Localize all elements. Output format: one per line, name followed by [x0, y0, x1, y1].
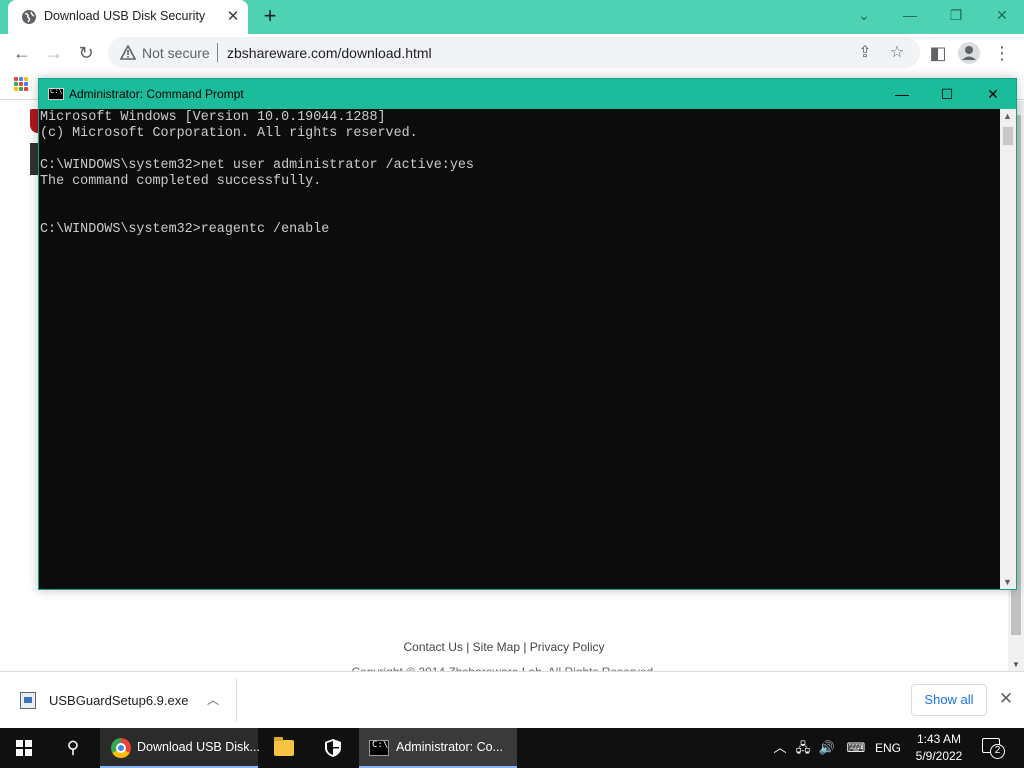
profile-avatar-icon[interactable]	[957, 41, 981, 65]
volume-icon[interactable]: 🔊	[816, 728, 838, 768]
taskbar-cmd-label: Administrator: Co...	[396, 740, 503, 754]
bookmark-star-icon[interactable]: ☆	[886, 42, 908, 64]
browser-tab-strip: Download USB Disk Security ✕ + ⌄ — ❐ ✕	[0, 0, 1024, 34]
share-icon[interactable]: ⇪	[854, 42, 876, 64]
downloads-divider	[236, 678, 237, 722]
downloads-bar: USBGuardSetup6.9.exe ︿ Show all ✕	[0, 671, 1024, 728]
notification-count: 2	[990, 744, 1005, 759]
cmd-titlebar[interactable]: C:\ Administrator: Command Prompt — ☐ ✕	[39, 79, 1016, 109]
installer-file-icon	[20, 692, 36, 709]
close-window-icon[interactable]: ✕	[990, 4, 1014, 26]
restore-icon[interactable]: ❐	[944, 4, 968, 26]
cmd-app-icon: C:\	[48, 87, 64, 100]
cmd-window-title: Administrator: Command Prompt	[69, 87, 244, 101]
clock[interactable]: 1:43 AM 5/9/2022	[908, 731, 970, 765]
download-options-chevron-icon[interactable]: ︿	[204, 690, 222, 710]
chrome-icon	[111, 738, 131, 758]
command-prompt-window[interactable]: C:\ Administrator: Command Prompt — ☐ ✕ …	[38, 78, 1017, 590]
clock-date: 5/9/2022	[915, 749, 963, 763]
touch-keyboard-icon[interactable]: ⌨	[842, 728, 870, 768]
url-text[interactable]: zbshareware.com/download.html	[227, 45, 432, 61]
menu-kebab-icon[interactable]: ⋮	[990, 41, 1014, 65]
taskbar-file-explorer-button[interactable]	[262, 728, 306, 768]
network-icon[interactable]: 🖧	[792, 728, 814, 768]
show-hidden-icons-chevron-icon[interactable]: ︿	[770, 728, 790, 768]
taskbar: ⚲ Download USB Disk... C:\ Administrator…	[0, 728, 1024, 768]
forward-arrow-icon[interactable]: →	[42, 41, 66, 65]
cmd-maximize-icon[interactable]: ☐	[932, 82, 962, 106]
taskbar-cmd-button[interactable]: C:\ Administrator: Co...	[359, 728, 517, 768]
scroll-down-arrow-icon[interactable]: ▼	[1012, 660, 1020, 669]
start-button[interactable]	[0, 728, 48, 768]
taskbar-chrome-button[interactable]: Download USB Disk...	[100, 728, 260, 768]
shield-icon	[325, 739, 341, 757]
back-arrow-icon[interactable]: ←	[10, 41, 34, 65]
action-center-button[interactable]: 2	[982, 738, 1006, 759]
taskbar-security-button[interactable]	[310, 728, 356, 768]
taskbar-chrome-label: Download USB Disk...	[137, 740, 260, 754]
cmd-scroll-down-icon[interactable]: ▼	[1003, 577, 1012, 587]
download-file-name[interactable]: USBGuardSetup6.9.exe	[49, 693, 188, 708]
footer-links[interactable]: Contact Us | Site Map | Privacy Policy	[0, 640, 1008, 654]
warning-icon[interactable]	[120, 45, 136, 60]
show-all-button[interactable]: Show all	[911, 684, 987, 716]
tab-title: Download USB Disk Security	[44, 9, 206, 23]
url-divider	[217, 43, 218, 62]
folder-icon	[274, 737, 294, 756]
cmd-scrollbar[interactable]: ▲ ▼	[1000, 109, 1016, 589]
clock-time: 1:43 AM	[916, 732, 962, 746]
reload-icon[interactable]: ↻	[74, 41, 98, 65]
address-bar[interactable]: Not secure zbshareware.com/download.html…	[108, 37, 920, 68]
cmd-close-icon[interactable]: ✕	[978, 82, 1008, 106]
close-downloads-icon[interactable]: ✕	[996, 689, 1016, 709]
tab-search-chevron-icon[interactable]: ⌄	[852, 4, 876, 26]
cmd-scroll-up-icon[interactable]: ▲	[1003, 111, 1012, 121]
not-secure-label[interactable]: Not secure	[142, 45, 210, 61]
search-icon[interactable]: ⚲	[50, 728, 96, 768]
cmd-scroll-thumb[interactable]	[1003, 127, 1013, 145]
side-panel-icon[interactable]: ◧	[926, 41, 950, 65]
new-tab-button[interactable]: +	[258, 5, 282, 29]
browser-toolbar: ← → ↻ Not secure zbshareware.com/downloa…	[0, 34, 1024, 72]
globe-icon	[22, 10, 36, 24]
console-text: Microsoft Windows [Version 10.0.19044.12…	[40, 110, 474, 237]
console-output[interactable]: Microsoft Windows [Version 10.0.19044.12…	[39, 109, 1000, 589]
minimize-icon[interactable]: —	[898, 4, 922, 26]
apps-grid-icon[interactable]	[14, 77, 28, 91]
browser-tab[interactable]: Download USB Disk Security ✕	[8, 0, 248, 34]
cmd-taskbar-icon: C:\	[369, 740, 389, 756]
cmd-minimize-icon[interactable]: —	[887, 82, 917, 106]
tab-close-icon[interactable]: ✕	[224, 8, 242, 26]
windows-logo-icon	[16, 740, 32, 756]
language-indicator[interactable]: ENG	[872, 728, 904, 768]
